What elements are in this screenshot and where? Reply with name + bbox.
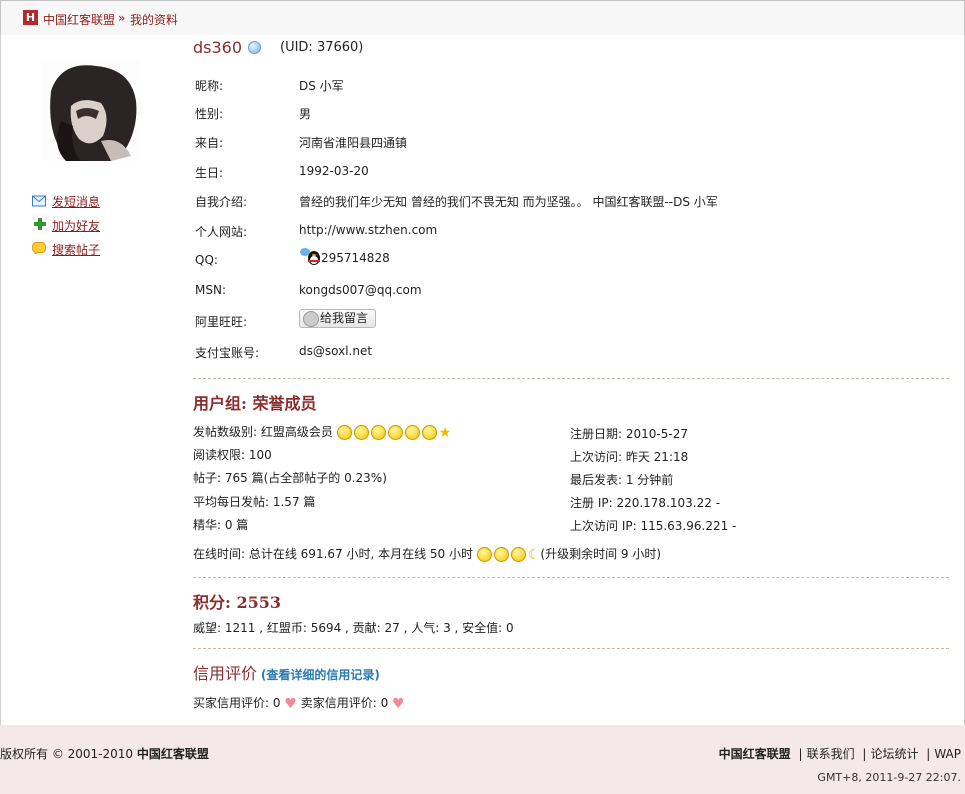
buyer-credit: 买家信用评价: 0 ♥ 卖家信用评价: 0 ♥	[193, 694, 405, 712]
website-link[interactable]: http://www.stzhen.com	[299, 223, 437, 237]
seller-credit-text: 卖家信用评价: 0	[300, 696, 389, 710]
add-friend-link[interactable]: 加为好友	[32, 217, 100, 234]
aliwangwang-label: 阿里旺旺:	[195, 315, 248, 329]
wangwang-icon	[303, 310, 319, 327]
rank-faces-icon: ★	[336, 425, 451, 440]
post-level: 发帖数级别: 红盟高级会员 ★	[193, 423, 451, 440]
add-friend-label: 加为好友	[52, 219, 101, 233]
nickname-value: DS 小军	[299, 79, 344, 93]
points-detail: 威望: 1211 , 红盟币: 5694 , 贡献: 27 , 人气: 3 , …	[193, 621, 514, 635]
online-time: 在线时间: 总计在线 691.67 小时, 本月在线 50 小时 ☾(升级剩余时…	[193, 545, 661, 563]
birthday-value: 1992-03-20	[299, 164, 369, 178]
daily-posts: 平均每日发帖: 1.57 篇	[193, 495, 316, 509]
gender-value: 男	[299, 107, 312, 121]
nickname-label: 昵称:	[195, 79, 224, 93]
post-level-text: 发帖数级别: 红盟高级会员	[193, 425, 333, 439]
alipay-value: ds@soxl.net	[299, 344, 373, 358]
register-date: 注册日期: 2010-5-27	[570, 427, 688, 441]
digest-count: 精华: 0 篇	[193, 518, 249, 532]
msn-label: MSN:	[195, 283, 226, 297]
last-post: 最后发表: 1 分钟前	[570, 473, 674, 487]
read-permission: 阅读权限: 100	[193, 448, 272, 462]
send-message-label: 发短消息	[52, 195, 101, 209]
alipay-label: 支付宝账号:	[195, 346, 260, 360]
heart-icon: ♥	[392, 695, 405, 712]
credit-title: 信用评价	[193, 664, 258, 683]
copyright-text: 版权所有 © 2001-2010	[0, 747, 134, 761]
breadcrumb-separator: »	[118, 11, 126, 25]
credit-section: 信用评价 (查看详细的信用记录)	[193, 660, 380, 684]
last-visit-ip: 上次访问 IP: 115.63.96.221 -	[570, 519, 737, 533]
qq-label: QQ:	[195, 253, 218, 267]
footer-link-stats[interactable]: 论坛统计	[870, 747, 918, 761]
mail-icon	[32, 195, 46, 207]
footer-link-wap[interactable]: WAP	[934, 747, 961, 761]
points-title: 积分: 2553	[193, 593, 282, 612]
footer-copyright: 版权所有 © 2001-2010 中国红客联盟	[0, 745, 209, 762]
register-ip: 注册 IP: 220.178.103.22 -	[570, 496, 721, 510]
aliwangwang-button-label: 给我留言	[320, 311, 369, 325]
footer-site-link[interactable]: 中国红客联盟	[137, 747, 209, 761]
footer-link-home[interactable]: 中国红客联盟	[719, 747, 791, 761]
breadcrumb-site-link[interactable]: 中国红客联盟	[43, 11, 115, 28]
add-friend-icon	[34, 218, 46, 230]
qq-number: 295714828	[321, 251, 390, 265]
location-value: 河南省淮阳县四通镇	[299, 136, 408, 150]
avatar	[41, 61, 141, 161]
website-label: 个人网站:	[195, 225, 248, 239]
last-visit: 上次访问: 昨天 21:18	[570, 450, 689, 464]
divider	[193, 648, 949, 649]
location-label: 来自:	[195, 136, 224, 150]
online-upgrade-text: (升级剩余时间 9 小时)	[540, 547, 662, 561]
bio-value: 曾经的我们年少无知 曾经的我们不畏无知 而为坚强。。 中国红客联盟--DS 小军	[299, 195, 718, 209]
heart-icon: ♥	[284, 695, 297, 712]
user-id: (UID: 37660)	[280, 40, 364, 55]
credit-record-link[interactable]: (查看详细的信用记录)	[261, 668, 380, 682]
buyer-credit-text: 买家信用评价: 0	[193, 696, 281, 710]
bio-label: 自我介绍:	[195, 195, 248, 209]
breadcrumb: H 中国红客联盟 » 我的资料	[0, 0, 965, 35]
server-time: GMT+8, 2011-9-27 22:07.	[817, 771, 961, 784]
birthday-label: 生日:	[195, 166, 224, 180]
user-group-title: 用户组: 荣誉成员	[193, 394, 317, 413]
username: ds360	[193, 38, 243, 57]
aliwangwang-message-button[interactable]: 给我留言	[299, 309, 376, 328]
qq-value[interactable]: 295714828	[299, 247, 390, 265]
send-message-link[interactable]: 发短消息	[32, 193, 100, 210]
msn-value: kongds007@qq.com	[299, 283, 422, 297]
post-count: 帖子: 765 篇(占全部帖子的 0.23%)	[193, 471, 387, 485]
footer-link-contact[interactable]: 联系我们	[807, 747, 855, 761]
qq-penguin-icon	[300, 248, 320, 265]
gender-label: 性别:	[195, 107, 224, 121]
site-logo-icon[interactable]: H	[23, 10, 38, 25]
search-posts-label: 搜索帖子	[52, 243, 101, 257]
search-posts-link[interactable]: 搜索帖子	[32, 241, 100, 258]
divider	[193, 378, 949, 379]
online-status-icon	[248, 41, 261, 54]
breadcrumb-current: 我的资料	[130, 13, 179, 27]
search-posts-icon	[32, 242, 46, 254]
online-time-text: 在线时间: 总计在线 691.67 小时, 本月在线 50 小时	[193, 547, 474, 561]
divider	[193, 577, 949, 578]
footer-links: 中国红客联盟 | 联系我们 | 论坛统计 | WAP	[718, 747, 961, 761]
online-level-icon: ☾	[476, 547, 540, 563]
